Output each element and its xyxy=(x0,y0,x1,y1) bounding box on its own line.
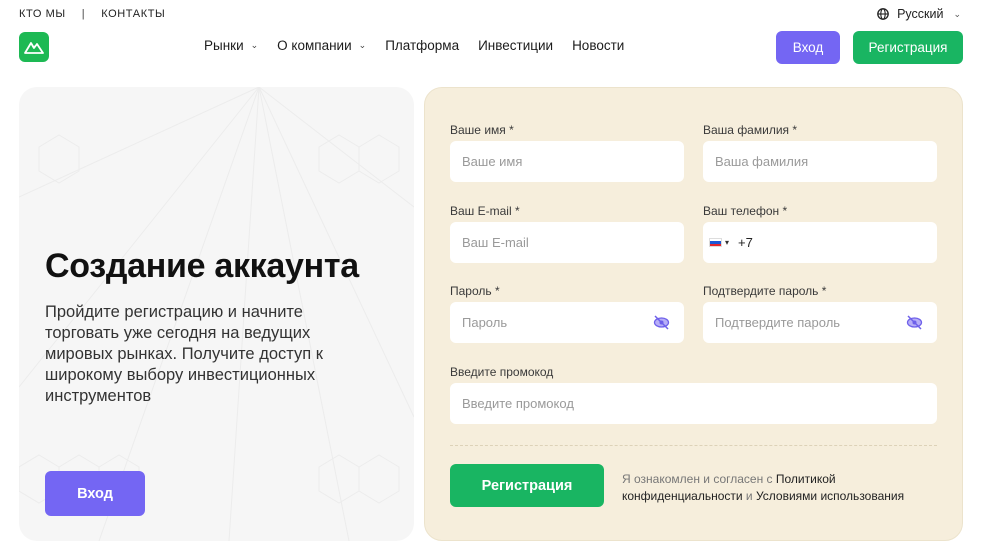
hero-description: Пройдите регистрацию и начните торговать… xyxy=(45,303,323,405)
last-name-label: Ваша фамилия * xyxy=(703,123,798,137)
language-label: Русский xyxy=(897,7,944,21)
nav-item-label: Рынки xyxy=(204,38,244,53)
register-button[interactable]: Регистрация xyxy=(853,31,963,64)
main-navbar: Рынки ⌄ О компании ⌄ Платформа Инвестици… xyxy=(0,28,987,74)
contacts-link[interactable]: КОНТАКТЫ xyxy=(101,8,165,20)
top-links-separator: | xyxy=(81,8,86,20)
nav-item-news[interactable]: Новости xyxy=(572,38,624,53)
email-placeholder: Ваш E-mail xyxy=(462,235,529,250)
confirm-password-label: Подтвердите пароль * xyxy=(703,284,827,298)
chevron-down-icon: ⌄ xyxy=(953,8,961,19)
eye-off-icon[interactable] xyxy=(653,314,670,331)
login-button[interactable]: Вход xyxy=(776,31,840,64)
nav-item-markets[interactable]: Рынки ⌄ xyxy=(204,38,258,53)
agreement-prefix: Я ознакомлен и согласен с xyxy=(622,472,776,486)
nav-menu: Рынки ⌄ О компании ⌄ Платформа Инвестици… xyxy=(204,38,643,53)
nav-item-investments[interactable]: Инвестиции xyxy=(478,38,553,53)
hero-login-button[interactable]: Вход xyxy=(45,471,145,516)
nav-item-label: Новости xyxy=(572,38,625,53)
nav-item-about-company[interactable]: О компании ⌄ xyxy=(277,38,366,53)
eye-off-icon[interactable] xyxy=(906,314,923,331)
phone-label: Ваш телефон * xyxy=(703,204,788,218)
page-title: Создание аккаунта xyxy=(45,247,359,285)
password-field[interactable]: Пароль xyxy=(450,302,684,343)
confirm-password-placeholder: Подтвердите пароль xyxy=(715,315,841,330)
country-dropdown-caret[interactable]: ▾ xyxy=(725,238,729,247)
agreement-and: и xyxy=(742,489,756,503)
logo-mark xyxy=(24,42,44,54)
last-name-placeholder: Ваша фамилия xyxy=(715,154,809,169)
nav-item-platform[interactable]: Платформа xyxy=(385,38,459,53)
top-bar: КТО МЫ | КОНТАКТЫ Русский ⌄ xyxy=(0,0,987,28)
globe-icon xyxy=(877,8,889,20)
password-label: Пароль * xyxy=(450,284,500,298)
russia-flag-icon[interactable] xyxy=(709,238,722,247)
last-name-input[interactable]: Ваша фамилия xyxy=(703,141,937,182)
email-label: Ваш E-mail * xyxy=(450,204,520,218)
phone-country-code: +7 xyxy=(738,235,753,250)
terms-of-use-link[interactable]: Условиями использования xyxy=(756,489,904,503)
form-divider xyxy=(450,445,937,446)
password-placeholder: Пароль xyxy=(462,315,508,330)
promo-code-input[interactable]: Введите промокод xyxy=(450,383,937,424)
about-link[interactable]: КТО МЫ xyxy=(19,8,66,20)
first-name-placeholder: Ваше имя xyxy=(462,154,523,169)
first-name-label: Ваше имя * xyxy=(450,123,514,137)
first-name-input[interactable]: Ваше имя xyxy=(450,141,684,182)
submit-registration-button[interactable]: Регистрация xyxy=(450,464,604,507)
nav-item-label: Инвестиции xyxy=(478,38,554,53)
top-links: КТО МЫ | КОНТАКТЫ xyxy=(19,8,165,20)
confirm-password-field[interactable]: Подтвердите пароль xyxy=(703,302,937,343)
chevron-down-icon: ⌄ xyxy=(358,40,367,50)
nav-item-label: О компании xyxy=(277,38,352,53)
chevron-down-icon: ⌄ xyxy=(250,40,259,50)
phone-field[interactable]: ▾ +7 xyxy=(703,222,937,263)
promo-label: Введите промокод xyxy=(450,365,554,379)
hero-card: Создание аккаунта Пройдите регистрацию и… xyxy=(19,87,414,541)
nav-item-label: Платформа xyxy=(385,38,460,53)
promo-placeholder: Введите промокод xyxy=(462,396,574,411)
agreement-text: Я ознакомлен и согласен с Политикой конф… xyxy=(622,471,932,505)
language-selector[interactable]: Русский ⌄ xyxy=(877,7,961,21)
email-field[interactable]: Ваш E-mail xyxy=(450,222,684,263)
registration-form: Ваше имя * Ваше имя Ваша фамилия * Ваша … xyxy=(424,87,963,541)
mountain-logo-icon[interactable] xyxy=(19,32,49,62)
